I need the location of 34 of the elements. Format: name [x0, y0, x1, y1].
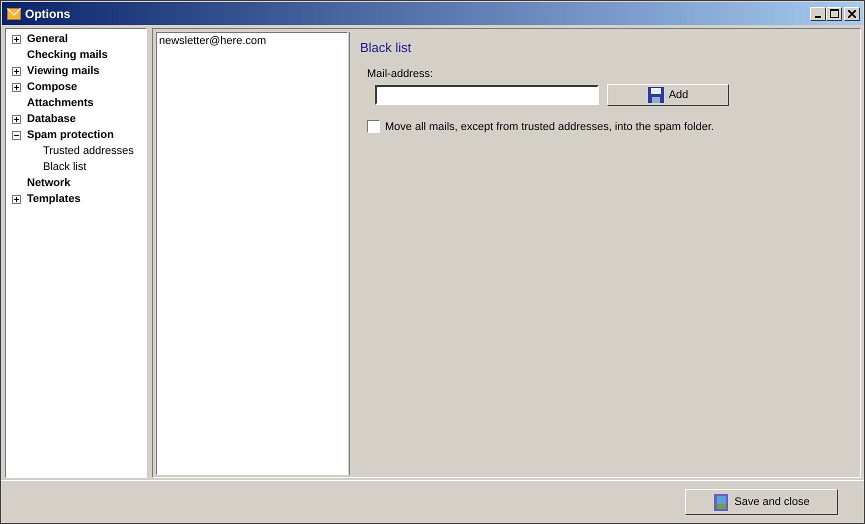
- close-icon: [848, 10, 856, 18]
- list-item[interactable]: newsletter@here.com: [159, 35, 345, 47]
- field-label: Mail-address:: [367, 68, 434, 80]
- minimize-button[interactable]: [810, 6, 826, 20]
- envelope-icon: [7, 8, 21, 20]
- tree-item[interactable]: Spam protection: [27, 129, 114, 141]
- tree-item[interactable]: Black list: [43, 161, 86, 173]
- window-title: Options: [25, 6, 70, 20]
- save-and-close-button[interactable]: Save and close: [685, 489, 838, 515]
- tree-item[interactable]: Compose: [27, 81, 78, 93]
- tree-item[interactable]: General: [27, 33, 68, 45]
- maximize-button[interactable]: [826, 6, 842, 20]
- expand-icon[interactable]: [12, 34, 21, 44]
- expand-icon[interactable]: [12, 194, 21, 204]
- tree-item[interactable]: Trusted addresses: [43, 145, 134, 157]
- tree-item[interactable]: Checking mails: [27, 49, 108, 61]
- door-icon: [713, 494, 730, 510]
- close-button[interactable]: [844, 6, 860, 20]
- panel-heading: Black list: [360, 40, 412, 55]
- mail-address-field[interactable]: [375, 85, 599, 105]
- tree-item[interactable]: Network: [27, 177, 70, 189]
- checkbox-label: Move all mails, except from trusted addresses, into the spam folder.: [385, 120, 714, 132]
- tree-item[interactable]: Templates: [27, 193, 81, 205]
- collapse-icon[interactable]: [12, 130, 21, 140]
- maximize-icon: [830, 9, 838, 18]
- tree-item[interactable]: Database: [27, 113, 76, 125]
- expand-icon[interactable]: [12, 66, 21, 76]
- minimize-icon: [815, 16, 821, 18]
- checkbox[interactable]: [367, 120, 380, 133]
- expand-icon[interactable]: [12, 114, 21, 124]
- expand-icon[interactable]: [12, 82, 21, 92]
- tree-item[interactable]: Attachments: [27, 97, 94, 109]
- tree-item[interactable]: Viewing mails: [27, 65, 100, 77]
- add-button[interactable]: Add: [607, 84, 729, 106]
